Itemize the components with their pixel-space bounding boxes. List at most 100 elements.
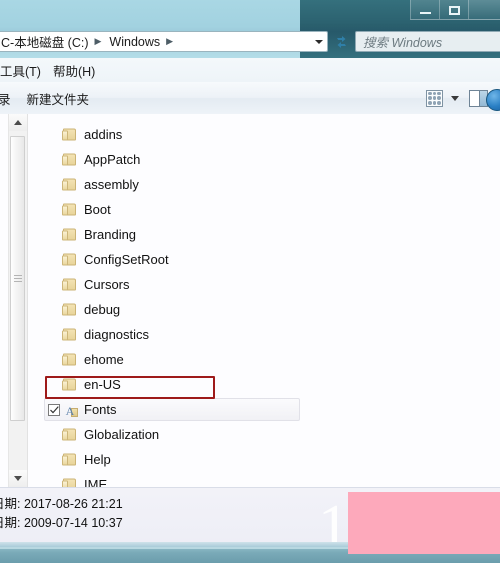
file-list-item[interactable]: IME bbox=[30, 472, 500, 487]
file-list-item-label: diagnostics bbox=[84, 327, 150, 342]
menu-item-help[interactable]: 帮助(H) bbox=[47, 59, 101, 82]
preview-left-pane bbox=[470, 90, 479, 106]
scroll-up-button[interactable] bbox=[9, 114, 27, 131]
scroll-up-icon bbox=[14, 120, 22, 125]
file-list-item-label: ConfigSetRoot bbox=[84, 252, 169, 267]
folder-icon bbox=[62, 178, 77, 191]
file-list-item[interactable]: Help bbox=[30, 447, 500, 472]
scrollbar-grip-icon bbox=[13, 275, 22, 282]
chevron-down-icon[interactable] bbox=[315, 39, 323, 44]
file-list-item[interactable]: AppPatch bbox=[30, 147, 500, 172]
grid-views-icon[interactable] bbox=[426, 89, 443, 107]
file-list-item[interactable]: ConfigSetRoot bbox=[30, 247, 500, 272]
views-dot bbox=[432, 100, 437, 105]
file-list-item[interactable]: diagnostics bbox=[30, 322, 500, 347]
folder-icon bbox=[62, 278, 77, 291]
file-list-item[interactable]: Cursors bbox=[30, 272, 500, 297]
breadcrumb-separator-icon: ▶ bbox=[166, 36, 174, 46]
explorer-window: C-本地磁盘 (C:) ▶ Windows ▶ 搜索 Windows 工具(T)… bbox=[0, 0, 500, 563]
folder-front bbox=[62, 280, 68, 290]
file-list-item-label: Help bbox=[84, 452, 111, 467]
folder-front bbox=[62, 205, 68, 215]
minimize-icon bbox=[419, 12, 431, 14]
file-list-item-label: Cursors bbox=[84, 277, 130, 292]
address-bar-row: C-本地磁盘 (C:) ▶ Windows ▶ 搜索 Windows bbox=[0, 29, 500, 55]
folder-front bbox=[62, 455, 68, 465]
folder-front bbox=[62, 305, 68, 315]
checkmark-icon bbox=[49, 405, 59, 413]
views-dot bbox=[437, 91, 441, 96]
folder-icon bbox=[62, 453, 77, 466]
search-box[interactable]: 搜索 Windows bbox=[355, 31, 500, 52]
menu-item-tools[interactable]: 工具(T) bbox=[0, 59, 47, 82]
file-list-item[interactable]: Branding bbox=[30, 222, 500, 247]
file-list: addins AppPatch assembly Boot Branding Config… bbox=[30, 114, 500, 487]
row-checkbox[interactable] bbox=[48, 403, 60, 416]
menu-bar: 工具(T) 帮助(H) bbox=[0, 58, 500, 83]
minimize-button[interactable] bbox=[410, 0, 439, 20]
views-dot bbox=[428, 100, 432, 105]
views-dot bbox=[432, 91, 437, 96]
breadcrumb-separator-icon: ▶ bbox=[94, 36, 102, 46]
detail-modified-date: 日期: 2017-08-26 21:21 bbox=[0, 497, 123, 511]
folder-front bbox=[62, 355, 68, 365]
search-input[interactable]: 搜索 Windows bbox=[363, 32, 442, 51]
file-list-item-label: assembly bbox=[84, 177, 139, 192]
folder-icon bbox=[62, 378, 77, 391]
file-list-item-label: Globalization bbox=[84, 427, 160, 442]
folder-front bbox=[62, 155, 68, 165]
refresh-button[interactable] bbox=[330, 31, 352, 52]
folder-icon bbox=[62, 428, 77, 441]
file-list-item-label: Branding bbox=[84, 227, 137, 242]
scroll-down-button[interactable] bbox=[9, 470, 27, 487]
file-list-item[interactable]: en-US bbox=[30, 372, 500, 397]
file-list-item-label: ehome bbox=[84, 352, 124, 367]
file-list-item[interactable]: A Fonts bbox=[30, 397, 500, 422]
folder-front bbox=[62, 130, 68, 140]
folder-icon bbox=[62, 303, 77, 316]
views-dot bbox=[437, 100, 441, 105]
views-dot bbox=[437, 96, 441, 100]
folder-icon bbox=[62, 203, 77, 216]
folder-icon bbox=[62, 228, 77, 241]
address-bar[interactable]: C-本地磁盘 (C:) ▶ Windows ▶ bbox=[0, 31, 328, 52]
file-list-item[interactable]: debug bbox=[30, 297, 500, 322]
scrollbar-thumb[interactable] bbox=[10, 136, 25, 421]
file-list-item-label: addins bbox=[84, 127, 123, 142]
file-list-item[interactable]: addins bbox=[30, 122, 500, 147]
chevron-down-icon[interactable] bbox=[451, 95, 459, 101]
file-list-item-label: Boot bbox=[84, 202, 111, 217]
command-new-folder[interactable]: 新建文件夹 bbox=[19, 86, 98, 111]
vertical-scrollbar[interactable] bbox=[8, 114, 28, 487]
views-dot bbox=[432, 96, 437, 100]
folder-body bbox=[71, 407, 78, 417]
file-list-item[interactable]: Boot bbox=[30, 197, 500, 222]
file-list-item-label: en-US bbox=[84, 377, 121, 392]
folder-front bbox=[62, 230, 68, 240]
maximize-button[interactable] bbox=[439, 0, 468, 20]
views-dot bbox=[428, 91, 432, 96]
file-list-item[interactable]: Globalization bbox=[30, 422, 500, 447]
breadcrumb-item-windows[interactable]: Windows bbox=[105, 35, 162, 49]
file-list-area: addins AppPatch assembly Boot Branding Config… bbox=[0, 114, 500, 488]
folder-icon bbox=[62, 128, 77, 141]
detail-created-date: 日期: 2009-07-14 10:37 bbox=[0, 516, 123, 530]
file-list-item[interactable]: ehome bbox=[30, 347, 500, 372]
file-list-item-label: Fonts bbox=[84, 402, 117, 417]
close-button[interactable] bbox=[468, 0, 500, 20]
folder-front bbox=[62, 255, 68, 265]
command-burn[interactable]: 录 bbox=[0, 86, 19, 111]
folder-front bbox=[62, 180, 68, 190]
file-list-item-label: debug bbox=[84, 302, 121, 317]
fonts-folder-icon: A bbox=[63, 403, 78, 417]
redaction-overlay bbox=[348, 492, 500, 554]
folder-icon bbox=[62, 253, 77, 266]
file-list-item[interactable]: assembly bbox=[30, 172, 500, 197]
maximize-icon bbox=[448, 6, 460, 15]
scroll-down-icon bbox=[14, 476, 22, 481]
folder-front bbox=[62, 380, 68, 390]
views-dot bbox=[428, 96, 432, 100]
breadcrumb-item-drive[interactable]: C-本地磁盘 (C:) bbox=[0, 32, 91, 51]
command-bar: 录 新建文件夹 bbox=[0, 82, 500, 115]
window-caption-buttons bbox=[410, 0, 500, 20]
